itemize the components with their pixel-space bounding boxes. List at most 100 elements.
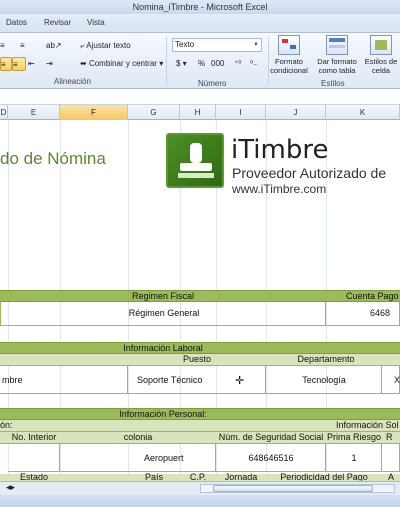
merge-icon: ⬌ (80, 59, 89, 68)
tab-revisar[interactable]: Revisar (44, 18, 71, 27)
nss-value: 648646516 (248, 453, 294, 463)
cuenta-pago-header: Cuenta Pago (346, 291, 399, 301)
departamento-cell[interactable]: Tecnología (266, 366, 382, 394)
personal-right-cell[interactable] (382, 444, 400, 472)
sheet-nav-icon[interactable]: ◂▸ (6, 482, 15, 493)
number-format-select[interactable]: Texto ▼ (172, 38, 262, 52)
tab-datos[interactable]: Datos (6, 18, 27, 27)
nss-cell[interactable]: 648646516 (216, 444, 326, 472)
ribbon-separator (166, 37, 167, 85)
crosshair-cursor-icon: ✛ (235, 375, 245, 387)
format-as-table-button[interactable]: Dar formato como tabla (314, 35, 360, 75)
align-center-icon[interactable]: ≡ (0, 57, 12, 71)
no-interior-cell[interactable] (8, 444, 60, 472)
brand-name: iTimbre (231, 135, 329, 165)
group-label-estilos: Estilos (321, 79, 345, 88)
align-top-icon[interactable]: ≡ (0, 39, 14, 53)
format-as-table-label: Dar formato como tabla (317, 57, 357, 75)
laboral-subheader-row: Puesto Departamento (0, 354, 400, 366)
ribbon-tabs: Datos Revisar Vista (0, 14, 400, 33)
group-label-numero: Número (198, 79, 227, 88)
laboral-left-cell[interactable]: mbre (0, 366, 128, 394)
cuenta-pago-value: 6468 (370, 308, 391, 318)
conditional-format-button[interactable]: Formato condicional (266, 35, 312, 75)
column-headers: D E F G H I J K (0, 105, 400, 120)
window-title: Nomina_iTimbre - Microsoft Excel (0, 0, 400, 14)
formula-bar[interactable] (0, 89, 400, 105)
currency-button[interactable]: $ ▾ (176, 57, 190, 71)
brand-url: www.iTimbre.com (232, 182, 327, 196)
group-label-alineacion: Alineación (54, 77, 91, 86)
column-header-g[interactable]: G (128, 105, 180, 120)
personal-right-col-header: R (386, 432, 393, 442)
column-header-j[interactable]: J (266, 105, 326, 120)
orientation-icon[interactable]: ab↗ (46, 39, 68, 53)
worksheet-grid[interactable]: do de Nómina iTimbre Proveedor Autorizad… (0, 120, 400, 490)
personal-left-header: ón: (0, 420, 13, 430)
laboral-right-cell[interactable]: X (382, 366, 400, 394)
cuenta-pago-cell[interactable]: 6468 (326, 302, 400, 326)
puesto-cell[interactable]: Soporte Técnico (128, 366, 266, 394)
prima-riesgo-value: 1 (351, 453, 357, 463)
conditional-format-label: Formato condicional (270, 57, 308, 75)
regimen-cell[interactable]: Régimen General (0, 302, 326, 326)
departamento-value: Tecnología (302, 375, 346, 385)
format-table-icon (326, 35, 348, 55)
fiscal-header-row: Regimen Fiscal Cuenta Pago (0, 290, 400, 302)
personal-right-header: Información Sol (336, 420, 399, 430)
column-header-i[interactable]: I (216, 105, 266, 120)
personal-header-row: Información Personal: (0, 408, 400, 420)
brand-tagline: Proveedor Autorizado de (232, 165, 387, 181)
column-header-f[interactable]: F (60, 105, 128, 120)
wrap-text-label: Ajustar texto (86, 41, 131, 50)
personal-header-label: Información Personal: (119, 409, 207, 419)
cell-styles-icon (370, 35, 392, 55)
no-interior-header: No. Interior (11, 432, 57, 442)
colonia-cell[interactable]: Aeropuert (60, 444, 216, 472)
decrease-decimal-icon[interactable]: ⁰₋ (250, 57, 262, 71)
puesto-header: Puesto (182, 354, 212, 364)
column-header-d[interactable]: D (0, 105, 8, 120)
horizontal-scrollbar[interactable] (200, 484, 395, 493)
stamp-handle (190, 143, 202, 163)
conditional-format-icon (278, 35, 300, 55)
currency-label: $ (176, 59, 181, 68)
decrease-indent-icon[interactable]: ⇤ (28, 57, 42, 71)
chevron-down-icon: ▾ (156, 59, 164, 68)
laboral-header-row: Información Laboral (0, 342, 400, 354)
column-header-k[interactable]: K (326, 105, 400, 120)
merge-center-label: Combinar y centrar (88, 59, 157, 68)
column-header-e[interactable]: E (8, 105, 60, 120)
align-middle-icon[interactable]: ≡ (20, 39, 34, 53)
prima-riesgo-header: Prima Riesgo (326, 432, 382, 442)
departamento-header: Departamento (297, 354, 355, 364)
personal-section-row: ón: Información Sol (0, 420, 400, 432)
nss-header: Núm. de Seguridad Social (218, 432, 324, 442)
cell-styles-button[interactable]: Estilos de celda (358, 35, 400, 75)
align-justify-icon[interactable]: ≡ (12, 57, 26, 71)
itimbre-stamp-logo (166, 133, 224, 188)
percent-button[interactable]: % (198, 57, 208, 71)
thousands-button[interactable]: 000 (211, 57, 229, 71)
status-bar (0, 495, 400, 507)
personal-columns-row: No. Interior colonia Núm. de Seguridad S… (0, 432, 400, 444)
stamp-foot (178, 173, 214, 178)
document-title: do de Nómina (0, 149, 106, 168)
regimen-value: Régimen General (128, 308, 200, 318)
merge-center-button[interactable]: ⬌ Combinar y centrar ▾ (80, 57, 163, 71)
colonia-header: colonia (123, 432, 153, 442)
puesto-value: Soporte Técnico (137, 375, 203, 385)
chevron-down-icon: ▼ (253, 42, 259, 48)
laboral-left-value: mbre (2, 375, 23, 385)
tab-vista[interactable]: Vista (87, 18, 105, 27)
laboral-header-label: Información Laboral (123, 343, 203, 353)
column-header-h[interactable]: H (180, 105, 216, 120)
number-format-value: Texto (175, 40, 195, 49)
increase-indent-icon[interactable]: ⇥ (46, 57, 60, 71)
ribbon: ≡ ≡ ab↗ ≡ ≡ ⇤ ⇥ ⤶ Ajustar texto ⬌ Combin… (0, 33, 400, 89)
increase-decimal-icon[interactable]: ⁺⁰ (234, 57, 246, 71)
prima-riesgo-cell[interactable]: 1 (326, 444, 382, 472)
wrap-text-button[interactable]: ⤶ Ajustar texto (80, 39, 131, 53)
stamp-base (180, 163, 212, 171)
scrollbar-thumb[interactable] (213, 485, 373, 492)
